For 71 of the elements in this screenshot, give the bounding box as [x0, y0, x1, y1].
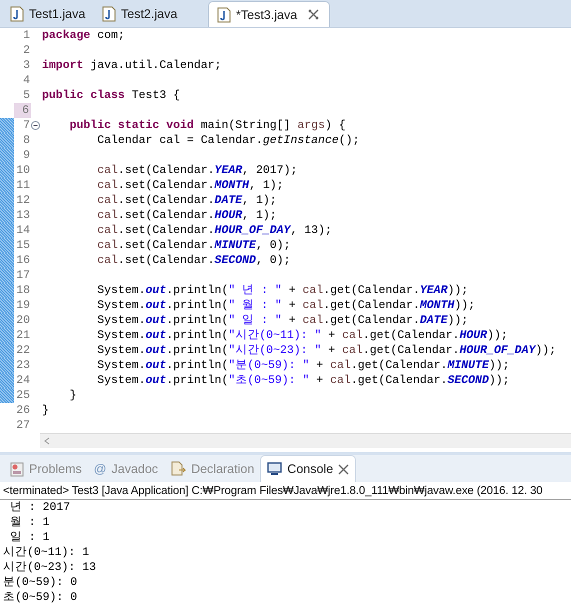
line-number: 9 [22, 148, 31, 163]
code-line: cal.set(Calendar.SECOND, 0); [96, 253, 290, 268]
code-line: cal.set(Calendar.MINUTE, 0); [96, 238, 290, 253]
console-output-line: 초(0~59): 0 [2, 590, 78, 605]
code-line: System.out.println("분(0~59): " + cal.get(Calendar.MINUTE)); [96, 358, 510, 373]
line-number: 5 [22, 88, 31, 103]
editor-tab[interactable]: Test1.java [2, 1, 94, 27]
console-output-line: 시간(0~11): 1 [2, 545, 90, 560]
line-number: 8 [22, 133, 31, 148]
code-line: System.out.println("초(0~59): " + cal.get(Calendar.SECOND)); [96, 373, 510, 388]
line-number: 4 [22, 73, 31, 88]
code-line: package com; [41, 28, 125, 43]
line-number: 25 [15, 388, 31, 403]
problems-icon [10, 462, 24, 476]
code-line: System.out.println("시간(0~23): " + cal.get(Calendar.HOUR_OF_DAY)); [96, 343, 556, 358]
console-output-line: 년 : 2017 [8, 500, 72, 515]
line-number: 6 [14, 103, 31, 118]
close-icon[interactable] [308, 9, 320, 20]
line-number: 1 [22, 28, 31, 43]
line-number: 13 [15, 208, 31, 223]
line-number: 11 [15, 178, 31, 193]
horizontal-scrollbar[interactable] [40, 433, 571, 448]
line-number: 20 [15, 313, 31, 328]
line-number: 7 [22, 118, 31, 133]
code-line: cal.set(Calendar.DATE, 1); [96, 193, 277, 208]
line-number: 14 [15, 223, 31, 238]
console-header: <terminated> Test3 [Java Application] C:₩Program Files₩Java₩jre1.8.0_111₩bin₩javaw.exe (2016. 12. 30 [0, 482, 571, 500]
code-line: Calendar cal = Calendar.getInstance(); [96, 133, 360, 148]
code-line: System.out.println(" 일 : " + cal.get(Calendar.DATE)); [96, 313, 468, 328]
editor-tab[interactable]: Test2.java [94, 1, 186, 27]
monitor-icon [267, 462, 282, 476]
line-number: 12 [15, 193, 31, 208]
java-file-icon [10, 6, 24, 22]
code-line: System.out.println(" 년 : " + cal.get(Calendar.YEAR)); [96, 283, 468, 298]
line-number: 23 [15, 358, 31, 373]
code-line: public class Test3 { [41, 88, 180, 103]
code-line: } [68, 388, 77, 403]
code-line: import java.util.Calendar; [41, 58, 222, 73]
code-line: } [41, 403, 49, 418]
line-number: 16 [15, 253, 31, 268]
line-number: 19 [15, 298, 31, 313]
line-number: 21 [15, 328, 31, 343]
code-line: public static void main(String[] args) { [68, 118, 346, 133]
code-line: cal.set(Calendar.HOUR, 1); [96, 208, 277, 223]
collapse-icon[interactable] [31, 121, 40, 130]
line-number: 18 [15, 283, 31, 298]
line-number: 22 [15, 343, 31, 358]
line-number: 17 [15, 268, 31, 283]
code-line: System.out.println(" 월 : " + cal.get(Calendar.MONTH)); [96, 298, 476, 313]
at-icon: @ [94, 462, 106, 476]
console-output-line: 시간(0~23): 13 [2, 560, 98, 575]
console-output-line: 일 : 1 [8, 530, 51, 545]
line-number: 10 [15, 163, 31, 178]
view-tab[interactable]: Console [260, 455, 356, 482]
java-file-icon [217, 6, 231, 22]
code-line: cal.set(Calendar.YEAR, 2017); [96, 163, 298, 178]
code-line: cal.set(Calendar.HOUR_OF_DAY, 13); [96, 223, 332, 238]
console-output-line: 분(0~59): 0 [2, 575, 78, 590]
line-number: 2 [22, 43, 31, 58]
line-number: 15 [15, 238, 31, 253]
code-line: System.out.println("시간(0~11): " + cal.get(Calendar.HOUR)); [96, 328, 508, 343]
console-output-line: 월 : 1 [8, 515, 51, 530]
editor-tab[interactable]: *Test3.java [208, 1, 330, 27]
close-icon[interactable] [338, 464, 350, 474]
code-line: cal.set(Calendar.MONTH, 1); [96, 178, 284, 193]
java-file-icon [102, 6, 116, 22]
line-number: 27 [15, 418, 31, 433]
line-number: 3 [22, 58, 31, 73]
line-number: 26 [15, 403, 31, 418]
document-icon [170, 461, 186, 477]
line-number: 24 [15, 373, 31, 388]
